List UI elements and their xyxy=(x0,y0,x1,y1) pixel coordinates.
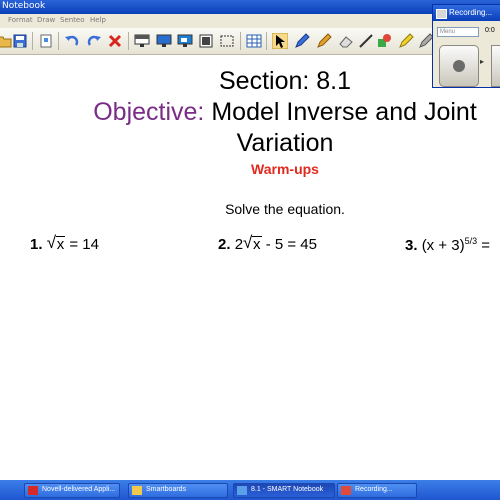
equation-rhs: = xyxy=(477,237,491,254)
objective-text-continued: Variation xyxy=(236,129,334,157)
radicand: x xyxy=(55,236,66,253)
toolbar-separator xyxy=(266,32,267,50)
problem-number: 1. xyxy=(30,236,43,253)
save-icon[interactable] xyxy=(12,33,28,49)
app-title: Notebook xyxy=(2,1,46,11)
recorder-icon xyxy=(341,486,351,495)
image-icon[interactable] xyxy=(198,33,214,49)
folder-icon xyxy=(132,486,142,495)
screen-shade-icon[interactable] xyxy=(134,33,150,49)
options-arrow-icon[interactable]: ▸ xyxy=(480,57,484,66)
line-icon[interactable] xyxy=(358,33,374,49)
menu-format[interactable]: Format xyxy=(8,16,33,24)
problem-number: 2. xyxy=(218,236,231,253)
app-title-bar: Notebook xyxy=(0,0,500,14)
problem-3: 3. (x + 3)5/3 = xyxy=(405,236,490,254)
capture-area-icon[interactable] xyxy=(219,33,235,49)
recording-title-bar[interactable]: Recording... xyxy=(433,5,500,21)
coefficient: 2 xyxy=(234,236,244,253)
base-expression: (x + 3) xyxy=(421,237,465,254)
taskbar-item-label: Smartboards xyxy=(146,486,187,493)
capture-icon[interactable] xyxy=(177,33,193,49)
taskbar-item-label: 8.1 - SMART Notebook xyxy=(251,486,324,493)
taskbar-item-label: Recording... xyxy=(355,486,393,493)
table-icon[interactable] xyxy=(246,33,262,49)
menu-draw[interactable]: Draw xyxy=(37,16,55,24)
instruction-text: Solve the equation. xyxy=(225,201,345,217)
taskbar: Novell-delivered Appli... Smartboards 8.… xyxy=(0,480,500,500)
select-arrow-icon[interactable] xyxy=(272,33,288,49)
record-button[interactable] xyxy=(439,45,479,87)
redo-icon[interactable] xyxy=(86,33,102,49)
warmups-heading: Warm-ups xyxy=(251,161,319,177)
menu-senteo[interactable]: Senteo xyxy=(60,16,85,24)
equation-rhs: = 14 xyxy=(65,236,99,253)
toolbar-separator xyxy=(128,32,129,50)
problem-number: 3. xyxy=(405,237,418,254)
equation-rhs: - 5 = 45 xyxy=(261,236,317,253)
toolbar-separator xyxy=(32,32,33,50)
radicand: x xyxy=(252,236,262,253)
fill-icon[interactable] xyxy=(398,33,414,49)
page-icon[interactable] xyxy=(38,33,54,49)
taskbar-item-smart-notebook[interactable]: 8.1 - SMART Notebook xyxy=(233,483,335,498)
display-icon[interactable] xyxy=(156,33,172,49)
toolbar-separator xyxy=(58,32,59,50)
square-root: √ x xyxy=(46,233,66,253)
taskbar-item-novell[interactable]: Novell-delivered Appli... xyxy=(24,483,120,498)
objective-label: Objective: xyxy=(93,98,205,126)
recorder-menu-dropdown[interactable]: Menu xyxy=(437,27,479,37)
objective-line: Objective: Model Inverse and Joint xyxy=(0,98,500,127)
recording-title: Recording... xyxy=(449,8,493,17)
delete-icon[interactable] xyxy=(107,33,123,49)
taskbar-item-label: Novell-delivered Appli... xyxy=(42,486,116,493)
eraser-icon[interactable] xyxy=(338,33,354,49)
objective-text: Model Inverse and Joint xyxy=(211,98,477,126)
taskbar-item-smartboards[interactable]: Smartboards xyxy=(128,483,228,498)
pen-icon[interactable] xyxy=(294,33,310,49)
stop-button[interactable] xyxy=(491,45,500,87)
smart-notebook-icon xyxy=(237,486,247,495)
problem-1: 1. √ x = 14 xyxy=(30,233,99,253)
section-heading: Section: 8.1 xyxy=(218,67,352,95)
menu-help[interactable]: Help xyxy=(90,16,106,24)
record-dot-icon xyxy=(453,60,465,72)
notebook-page[interactable]: Section: 8.1 Objective: Model Inverse an… xyxy=(0,55,500,480)
taskbar-item-recording[interactable]: Recording... xyxy=(337,483,417,498)
shapes-icon[interactable] xyxy=(376,33,392,49)
toolbar-separator xyxy=(240,32,241,50)
recorder-app-icon xyxy=(436,9,447,19)
undo-icon[interactable] xyxy=(64,33,80,49)
recording-timer: 0:0 xyxy=(485,27,495,34)
problem-2: 2. 2 √ x - 5 = 45 xyxy=(218,233,317,253)
menu-bar: Format Draw Senteo Help xyxy=(0,14,500,28)
creative-pen-icon[interactable] xyxy=(316,33,332,49)
recording-window[interactable]: Recording... Menu 0:0 ▸ xyxy=(432,4,500,88)
square-root: √ x xyxy=(243,233,262,253)
toolbar xyxy=(0,28,500,55)
exponent: 5/3 xyxy=(464,236,478,246)
novell-icon xyxy=(28,486,38,495)
